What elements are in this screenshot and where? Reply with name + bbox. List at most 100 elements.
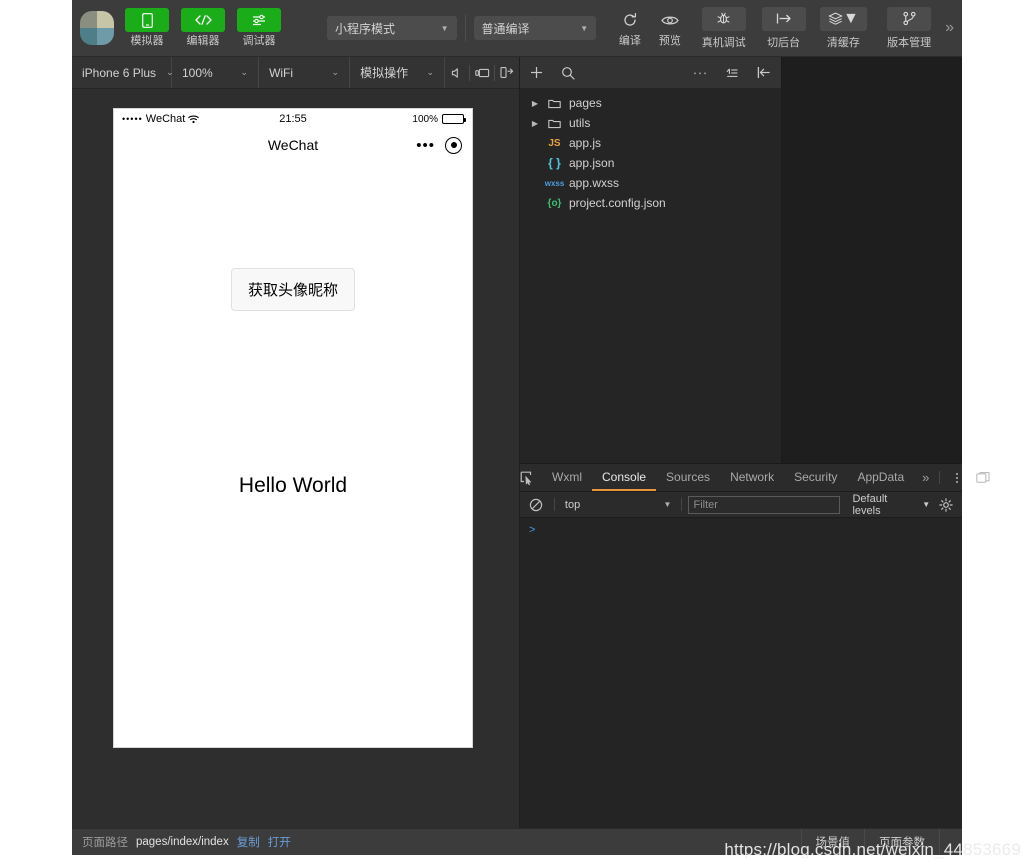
console-levels-value: Default levels (852, 492, 888, 517)
chevron-right-icon[interactable]: ▶ (530, 99, 540, 108)
version-control-label: 版本管理 (887, 36, 932, 49)
settings-gear-icon[interactable] (934, 497, 958, 512)
tree-item-label: pages (569, 96, 602, 110)
tree-item-label: app.wxss (569, 176, 620, 190)
chevron-down-icon: ▼ (663, 500, 672, 509)
tab-wxml[interactable]: Wxml (542, 464, 592, 491)
chevron-down-icon: ⌄ (331, 67, 340, 77)
tab-sources[interactable]: Sources (656, 464, 720, 491)
compile-mode-select[interactable]: 普通编译 ▼ (473, 16, 597, 40)
tab-appdata[interactable]: AppData (847, 464, 914, 491)
bug-icon (701, 6, 746, 31)
battery-icon (442, 114, 466, 124)
devtools-divider-2 (939, 471, 941, 484)
tree-item-label: utils (569, 116, 591, 130)
folder-icon (546, 98, 563, 109)
plus-icon[interactable] (530, 66, 543, 79)
watermark-strong: https://blog.csdn.net/weixin_44 (724, 840, 964, 859)
collapse-all-icon[interactable] (725, 67, 739, 79)
mode-button-debugger[interactable]: 调试器 (236, 8, 282, 48)
copy-path-link[interactable]: 复制 (237, 834, 260, 850)
clear-console-icon[interactable] (524, 498, 548, 512)
kebab-menu-icon[interactable] (946, 471, 968, 485)
code-editor-area[interactable] (782, 57, 962, 463)
chevron-down-icon: ⌄ (240, 67, 249, 77)
hide-sidebar-icon[interactable] (757, 66, 771, 79)
network-select[interactable]: WiFi ⌄ (259, 57, 351, 88)
console-levels-select[interactable]: Default levels ▼ (852, 493, 930, 517)
wechat-devtools-logo-icon (80, 11, 114, 45)
tree-item-app-wxss[interactable]: ▶ wxss app.wxss (520, 173, 781, 193)
compile-label: 编译 (618, 35, 641, 47)
open-path-link[interactable]: 打开 (268, 834, 291, 850)
code-icon (181, 8, 225, 32)
tree-item-utils[interactable]: ▶ utils (520, 113, 781, 133)
device-select[interactable]: iPhone 6 Plus ⌄ (72, 57, 174, 88)
dock-panel-icon[interactable] (972, 471, 994, 484)
version-control-button[interactable]: 版本管理 (883, 6, 935, 50)
background-switch-button[interactable]: 切后台 (758, 6, 810, 50)
get-userinfo-button[interactable]: 获取头像昵称 (230, 268, 356, 311)
capsule-ellipsis-icon[interactable]: ••• (416, 138, 435, 153)
tree-item-app-json[interactable]: ▶ { } app.json (520, 153, 781, 173)
console-output-area[interactable]: > (520, 518, 962, 828)
console-context-select[interactable]: top ▼ (561, 496, 676, 514)
mode-label-simulator: 模拟器 (130, 35, 164, 47)
phone-nav-bar: WeChat ••• (114, 129, 472, 161)
mock-action-value: 模拟操作 (360, 66, 409, 80)
editor-top-split: ▶ pages ▶ utils JS app.js {} app.json w… (520, 57, 962, 463)
tree-item-project-config-json[interactable]: ▶ {o} project.config.json (520, 193, 781, 213)
target-icon[interactable] (445, 136, 462, 154)
console-filter-input[interactable] (688, 495, 841, 514)
chevron-down-icon: ▼ (922, 500, 931, 509)
devtools-overflow-icon[interactable]: » (914, 464, 937, 491)
preview-button[interactable]: 预览 (650, 8, 690, 48)
folder-icon (546, 118, 563, 129)
network-select-value: WiFi (269, 65, 294, 80)
real-device-debug-label: 真机调试 (701, 36, 746, 49)
background-switch-label: 切后台 (767, 36, 801, 49)
tab-console[interactable]: Console (592, 464, 657, 491)
real-device-debug-button[interactable]: 真机调试 (698, 6, 750, 50)
file-tree: ▶ pages ▶ utils JS app.js {} app.json w… (520, 89, 781, 213)
refresh-icon (622, 8, 638, 32)
console-filter-bar: top ▼ Default levels ▼ (520, 492, 962, 518)
hello-world-text: Hello World (238, 474, 348, 497)
page-path-group: 页面路径 pages/index/index 复制 打开 (72, 829, 802, 855)
rotate-screen-icon[interactable] (470, 57, 494, 88)
chevron-right-icon[interactable]: ▶ (530, 119, 540, 128)
mode-button-editor[interactable]: 编辑器 (180, 8, 226, 48)
tree-item-label: project.config.json (569, 196, 666, 210)
search-icon[interactable] (561, 66, 575, 80)
volume-icon[interactable] (445, 57, 469, 88)
compile-button[interactable]: 编译 (610, 8, 650, 48)
toolbar-divider-1 (464, 15, 466, 41)
wxss-file-icon: wxss (544, 178, 565, 188)
mock-action-select[interactable]: 模拟操作 ⌄ (350, 57, 445, 88)
console-context-value: top (564, 498, 581, 511)
status-time: 21:55 (279, 113, 307, 125)
project-mode-select[interactable]: 小程序模式 ▼ (327, 16, 457, 40)
ellipsis-icon[interactable] (693, 70, 707, 75)
compile-mode-value: 普通编译 (481, 21, 530, 36)
tree-item-pages[interactable]: ▶ pages (520, 93, 781, 113)
tree-item-label: app.js (569, 136, 602, 150)
background-icon (761, 6, 806, 31)
devtools-window: 模拟器 编辑器 调试器 小程序模式 ▼ 普通编译 ▼ 编译 预览 真机调试 切后… (72, 0, 990, 855)
zoom-select[interactable]: 100% ⌄ (172, 57, 260, 88)
inspect-element-icon[interactable] (520, 464, 534, 491)
toolbar-overflow-icon[interactable]: » (945, 20, 954, 36)
layers-icon: ▼ (819, 6, 867, 31)
zoom-select-value: 100% (182, 65, 213, 80)
detach-window-icon[interactable] (495, 57, 519, 88)
tab-security[interactable]: Security (784, 464, 847, 491)
simulator-pane: iPhone 6 Plus ⌄ 100% ⌄ WiFi ⌄ 模拟操作 ⌄ •••… (72, 57, 520, 828)
console-prompt[interactable]: > (529, 523, 962, 537)
mode-button-simulator[interactable]: 模拟器 (124, 8, 170, 48)
device-select-value: iPhone 6 Plus (82, 65, 157, 80)
tree-item-app-js[interactable]: ▶ JS app.js (520, 133, 781, 153)
tab-network[interactable]: Network (720, 464, 784, 491)
main-toolbar: 模拟器 编辑器 调试器 小程序模式 ▼ 普通编译 ▼ 编译 预览 真机调试 切后… (72, 0, 962, 57)
debug-panel-icon (237, 8, 281, 32)
clear-cache-button[interactable]: ▼ 清缓存 (817, 6, 869, 50)
